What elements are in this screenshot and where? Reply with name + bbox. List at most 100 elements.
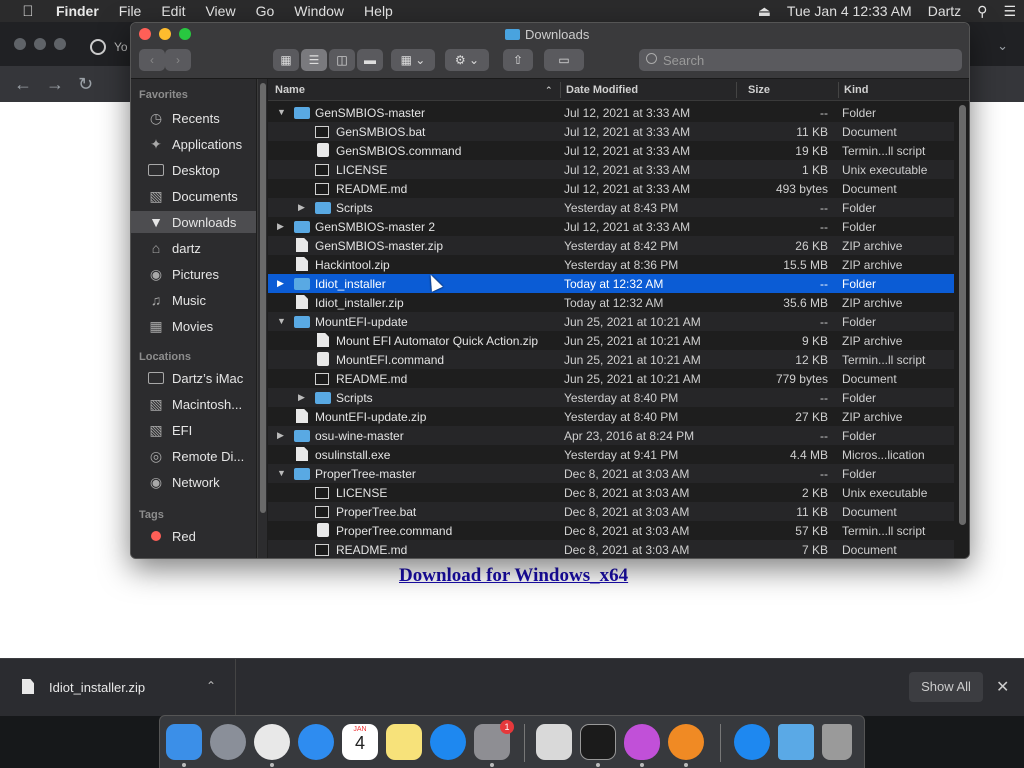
reload-icon[interactable]: ↻ [78,74,93,95]
column-divider[interactable] [838,82,839,98]
safari-icon[interactable] [298,724,334,760]
sidebar-item-efi[interactable]: ▧ EFI [131,419,256,441]
preview-icon[interactable] [536,724,572,760]
file-row[interactable]: Mount EFI Automator Quick Action.zip Jun … [268,331,954,350]
sidebar-item-pictures[interactable]: ◉ Pictures [131,263,256,285]
column-date[interactable]: Date Modified [566,84,638,96]
sidebar-item-downloads[interactable]: ▼ Downloads [131,211,256,233]
disclosure-closed-icon[interactable]: ▶ [298,202,305,213]
menu-go[interactable]: Go [246,3,285,19]
sidebar-item-network[interactable]: ◉ Network [131,471,256,493]
sidebar-item-dartz-s-imac[interactable]: Dartz’s iMac [131,367,256,389]
downloads-folder-icon[interactable] [778,724,814,760]
file-row[interactable]: LICENSE Dec 8, 2021 at 3:03 AM 2 KB Unix ex… [268,483,954,502]
group-by-button[interactable]: ▦ ⌄ [391,49,435,71]
disclosure-open-icon[interactable]: ▼ [277,468,286,478]
disclosure-open-icon[interactable]: ▼ [277,107,286,117]
chrome-close-dot[interactable] [14,38,26,50]
list-view-button[interactable]: ☰ [301,49,327,71]
file-row[interactable]: ProperTree.command Dec 8, 2021 at 3:03 AM… [268,521,954,540]
menu-app-name[interactable]: Finder [56,3,109,19]
menu-window[interactable]: Window [284,3,354,19]
file-row[interactable]: ▶ Scripts Yesterday at 8:40 PM -- Folder [268,388,954,407]
file-row[interactable]: ▼ MountEFI-update Jun 25, 2021 at 10:21 AM… [268,312,954,331]
sidebar-item-desktop[interactable]: Desktop [131,159,256,181]
spotlight-icon[interactable]: ⚲ [969,3,995,20]
sidebar-item-documents[interactable]: ▧ Documents [131,185,256,207]
back-button[interactable]: ‹ [139,49,165,71]
file-row[interactable]: ▶ osu-wine-master Apr 23, 2016 at 8:24 PM -… [268,426,954,445]
app-store-icon[interactable] [430,724,466,760]
chrome-zoom-dot[interactable] [54,38,66,50]
list-scroll-thumb[interactable] [959,105,966,525]
file-row[interactable]: ▼ GenSMBIOS-master Jul 12, 2021 at 3:33 AM… [268,103,954,122]
show-all-button[interactable]: Show All [909,672,983,702]
gallery-view-button[interactable]: ▬ [357,49,383,71]
close-button[interactable] [139,28,151,40]
forward-arrow-icon[interactable]: → [46,74,64,95]
trash-icon[interactable] [822,724,852,760]
terminal-icon[interactable] [580,724,616,760]
eject-icon[interactable]: ⏏ [750,3,779,20]
sidebar-scroll-thumb[interactable] [260,83,266,513]
disclosure-closed-icon[interactable]: ▶ [277,278,284,289]
column-size[interactable]: Size [748,84,770,96]
menu-help[interactable]: Help [354,3,403,19]
list-scrollbar[interactable] [954,101,969,558]
sidebar-scrollbar[interactable] [257,79,267,558]
file-row[interactable]: ProperTree.bat Dec 8, 2021 at 3:03 AM 11 K… [268,502,954,521]
books-icon[interactable] [668,724,704,760]
sidebar-item-applications[interactable]: ✦ Applications [131,133,256,155]
column-name[interactable]: Name [275,84,305,96]
tags-header[interactable]: Tags [139,509,164,521]
file-row[interactable]: ▶ GenSMBIOS-master 2 Jul 12, 2021 at 3:33 … [268,217,954,236]
apple-menu-icon[interactable]:  [0,3,56,20]
file-row[interactable]: MountEFI.command Jun 25, 2021 at 10:21 AM… [268,350,954,369]
chevron-up-icon[interactable]: ⌃ [206,679,216,693]
file-row[interactable]: ▼ ProperTree-master Dec 8, 2021 at 3:03 AM… [268,464,954,483]
file-row[interactable]: osulinstall.exe Yesterday at 9:41 PM 4.4 M… [268,445,954,464]
disclosure-open-icon[interactable]: ▼ [277,316,286,326]
chrome-tab-title[interactable]: Yo [114,40,128,54]
sidebar-item-remote-di[interactable]: ◎ Remote Di... [131,445,256,467]
calendar-icon[interactable]: JAN 4 [342,724,378,760]
sort-chevron-icon[interactable]: ⌃ [545,85,553,96]
disclosure-closed-icon[interactable]: ▶ [298,392,305,403]
share-button[interactable]: ⇧ [503,49,533,71]
action-gear-button[interactable]: ⚙ ⌄ [445,49,489,71]
chrome-icon[interactable] [254,724,290,760]
control-center-icon[interactable]: ☰ [995,3,1024,20]
sidebar-item-red[interactable]: Red [131,525,256,547]
disclosure-closed-icon[interactable]: ▶ [277,221,284,232]
file-row[interactable]: LICENSE Jul 12, 2021 at 3:33 AM 1 KB Unix e… [268,160,954,179]
search-input[interactable] [639,49,962,71]
download-windows-link[interactable]: Download for Windows_x64 [399,565,628,587]
file-row[interactable]: Hackintool.zip Yesterday at 8:36 PM 15.5 M… [268,255,954,274]
file-row[interactable]: README.md Jun 25, 2021 at 10:21 AM 779 byt… [268,369,954,388]
file-row[interactable]: MountEFI-update.zip Yesterday at 8:40 PM 2… [268,407,954,426]
file-row[interactable]: Idiot_installer.zip Today at 12:32 AM 35.6… [268,293,954,312]
sidebar-item-recents[interactable]: ◷ Recents [131,107,256,129]
file-row[interactable]: ▶ Scripts Yesterday at 8:43 PM -- Folder [268,198,954,217]
notes-icon[interactable] [386,724,422,760]
file-row[interactable]: README.md Jul 12, 2021 at 3:33 AM 493 byte… [268,179,954,198]
download-item[interactable]: Idiot_installer.zip ⌃ [0,659,236,717]
menu-user[interactable]: Dartz [920,3,969,19]
column-divider[interactable] [736,82,737,98]
launchpad-icon[interactable] [210,724,246,760]
potion-app-icon[interactable] [624,724,660,760]
sidebar-item-dartz[interactable]: ⌂ dartz [131,237,256,259]
app-store-2-icon[interactable] [734,724,770,760]
column-view-button[interactable]: ◫ [329,49,355,71]
sidebar-item-music[interactable]: ♫ Music [131,289,256,311]
file-row[interactable]: README.md Dec 8, 2021 at 3:03 AM 7 KB Docum… [268,540,954,558]
file-row[interactable]: GenSMBIOS.bat Jul 12, 2021 at 3:33 AM 11 K… [268,122,954,141]
tab-search-chevron-icon[interactable]: ⌄ [997,38,1008,54]
menu-edit[interactable]: Edit [151,3,195,19]
disclosure-closed-icon[interactable]: ▶ [277,430,284,441]
tag-button[interactable]: ▭ [544,49,584,71]
minimize-button[interactable] [159,28,171,40]
file-row[interactable]: GenSMBIOS.command Jul 12, 2021 at 3:33 AM… [268,141,954,160]
file-row[interactable]: ▶ Idiot_installer Today at 12:32 AM -- Folde… [268,274,954,293]
icon-view-button[interactable]: ▦ [273,49,299,71]
